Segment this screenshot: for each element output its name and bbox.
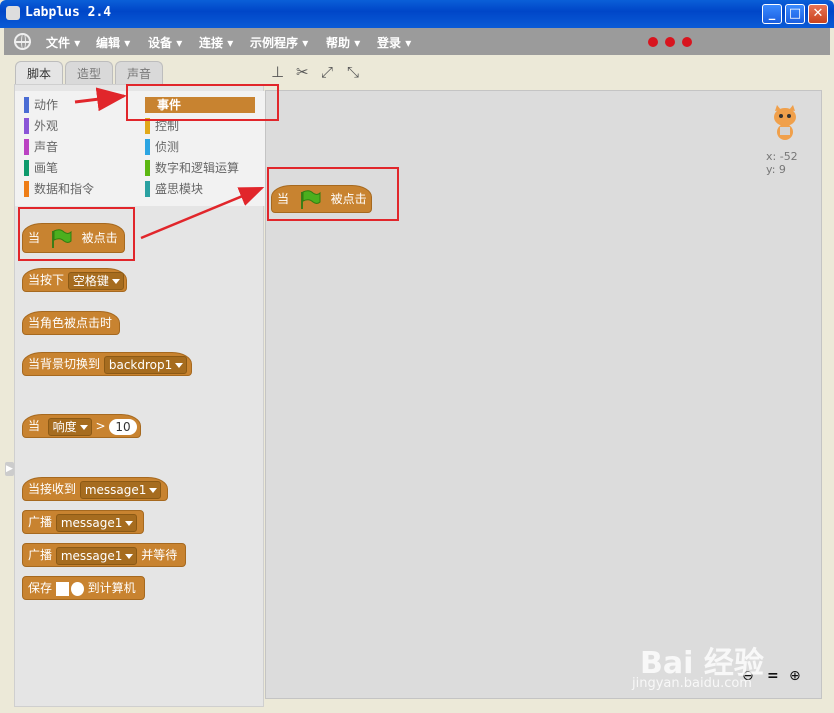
menu-edit[interactable]: 编辑 ▾ bbox=[96, 34, 130, 51]
sensor-dropdown[interactable]: 响度 bbox=[47, 417, 92, 436]
close-button[interactable]: ✕ bbox=[808, 4, 828, 24]
status-dot bbox=[682, 37, 692, 47]
category-sound[interactable]: 声音 bbox=[24, 139, 134, 155]
menu-device[interactable]: 设备 ▾ bbox=[148, 34, 182, 51]
window-title: Labplus 2.4 bbox=[25, 5, 112, 20]
sprite-x-coordinate: x: -52 bbox=[766, 150, 798, 163]
category-operators[interactable]: 数字和逻辑运算 bbox=[145, 160, 255, 176]
annotation-box-events bbox=[126, 84, 279, 121]
category-data[interactable]: 数据和指令 bbox=[24, 181, 134, 197]
status-dot bbox=[648, 37, 658, 47]
sprite-y-coordinate: y: 9 bbox=[766, 163, 786, 176]
stamp-icon[interactable]: ⊥ bbox=[271, 63, 284, 81]
maximize-button[interactable]: □ bbox=[785, 4, 805, 24]
annotation-box-palette-block bbox=[18, 207, 135, 261]
menu-connect[interactable]: 连接 ▾ bbox=[199, 34, 233, 51]
category-pen[interactable]: 画笔 bbox=[24, 160, 134, 176]
menu-bar: 文件 ▾ 编辑 ▾ 设备 ▾ 连接 ▾ 示例程序 ▾ 帮助 ▾ 登录 ▾ bbox=[4, 28, 830, 55]
block-when-key-pressed[interactable]: 当按下 空格键 bbox=[22, 268, 127, 292]
collapse-panel-handle[interactable]: ▶ bbox=[5, 462, 14, 476]
category-sensing[interactable]: 侦测 bbox=[145, 139, 255, 155]
menu-examples[interactable]: 示例程序 ▾ bbox=[250, 34, 308, 51]
category-looks[interactable]: 外观 bbox=[24, 118, 134, 134]
block-when-receive[interactable]: 当接收到 message1 bbox=[22, 477, 168, 501]
key-dropdown[interactable]: 空格键 bbox=[67, 271, 124, 290]
zoom-in-icon[interactable]: ⊕ bbox=[789, 668, 801, 684]
tab-scripts[interactable]: 脚本 bbox=[15, 61, 63, 86]
block-save-to-computer[interactable]: 保存 到计算机 bbox=[22, 576, 145, 600]
tab-costumes[interactable]: 造型 bbox=[65, 61, 113, 86]
category-motion[interactable]: 动作 bbox=[24, 97, 134, 113]
menu-login[interactable]: 登录 ▾ bbox=[377, 34, 411, 51]
message-dropdown[interactable]: message1 bbox=[55, 513, 138, 532]
message-dropdown[interactable]: message1 bbox=[55, 546, 138, 565]
watermark-url: jingyan.baidu.com bbox=[632, 676, 752, 691]
circle-input[interactable] bbox=[70, 581, 84, 596]
square-input[interactable] bbox=[55, 581, 69, 596]
threshold-input[interactable]: 10 bbox=[109, 418, 137, 435]
language-globe-icon[interactable] bbox=[14, 33, 31, 50]
message-dropdown[interactable]: message1 bbox=[79, 480, 162, 499]
menu-file[interactable]: 文件 ▾ bbox=[46, 34, 80, 51]
block-when-backdrop-switches[interactable]: 当背景切换到 backdrop1 bbox=[22, 352, 192, 376]
sprite-thumbnail[interactable] bbox=[770, 105, 800, 143]
block-when-sensor-greater[interactable]: 当 响度 > 10 bbox=[22, 414, 141, 438]
block-broadcast[interactable]: 广播 message1 bbox=[22, 510, 144, 534]
category-labplus-modules[interactable]: 盛思模块 bbox=[145, 181, 255, 197]
annotation-box-script-block bbox=[267, 167, 399, 221]
title-bar: Labplus 2.4 _ □ ✕ bbox=[0, 0, 834, 28]
block-broadcast-and-wait[interactable]: 广播 message1 并等待 bbox=[22, 543, 186, 567]
backdrop-dropdown[interactable]: backdrop1 bbox=[103, 355, 188, 374]
minimize-button[interactable]: _ bbox=[762, 4, 782, 24]
menu-help[interactable]: 帮助 ▾ bbox=[326, 34, 360, 51]
zoom-reset-icon[interactable]: = bbox=[767, 668, 779, 684]
status-dot bbox=[665, 37, 675, 47]
tab-sounds[interactable]: 声音 bbox=[115, 61, 163, 86]
shrink-icon[interactable]: ⤡ bbox=[347, 63, 359, 81]
app-icon bbox=[6, 6, 20, 20]
block-when-sprite-clicked[interactable]: 当角色被点击时 bbox=[22, 311, 120, 335]
cut-icon[interactable]: ✂ bbox=[296, 63, 309, 81]
grow-icon[interactable]: ⤢ bbox=[321, 63, 333, 81]
